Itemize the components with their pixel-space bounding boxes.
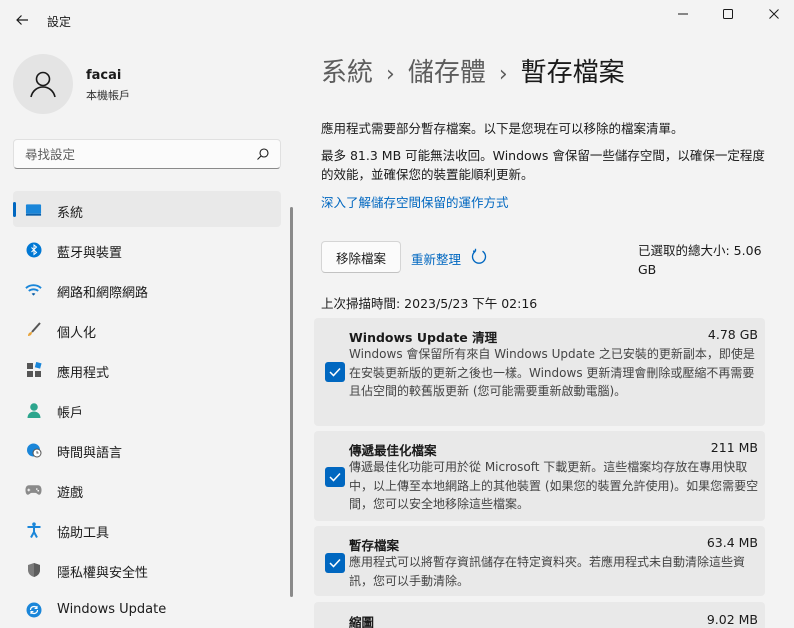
brush-icon (25, 321, 42, 338)
search-input[interactable] (14, 140, 254, 168)
list-item-windows-update-cleanup: Windows Update 清理 4.78 GB Windows 會保留所有來… (314, 318, 765, 426)
item-checkbox[interactable] (325, 467, 345, 487)
user-name: facai (86, 68, 122, 83)
bluetooth-icon (25, 241, 42, 258)
storage-notice: 最多 81.3 MB 可能無法收回。Windows 會保留一些儲存空間，以確保一… (321, 148, 765, 182)
list-item-delivery-optimization: 傳遞最佳化檔案 211 MB 傳遞最佳化功能可用於從 Microsoft 下載更… (314, 431, 765, 521)
back-button[interactable] (10, 8, 34, 32)
breadcrumb-separator: › (498, 62, 508, 87)
sidebar-item-label: 應用程式 (57, 366, 110, 381)
checkmark-icon (329, 472, 341, 482)
item-size: 9.02 MB (706, 612, 758, 627)
page-title: 暫存檔案 (520, 58, 625, 88)
sidebar-item-gaming[interactable]: 遊戲 (13, 471, 281, 507)
sidebar-item-label: 藍牙與裝置 (57, 246, 123, 261)
sidebar-nav: 系統 藍牙與裝置 網路和網際網路 個人化 應用程式 帳戶 時間與語言 遊戲 協助… (13, 191, 281, 628)
item-description: 傳遞最佳化功能可用於從 Microsoft 下載更新。這些檔案均存放在專用快取中… (349, 460, 759, 512)
sidebar-item-label: Windows Update (57, 602, 167, 617)
close-button[interactable] (754, 4, 794, 24)
maximize-icon (723, 9, 733, 19)
item-description: Windows 會保留所有來自 Windows Update 之已安裝的更新副本… (349, 347, 755, 399)
title-bar: 設定 (0, 0, 794, 40)
accessibility-icon (25, 521, 42, 538)
sidebar-item-label: 帳戶 (57, 406, 84, 421)
sidebar-item-accounts[interactable]: 帳戶 (13, 391, 281, 427)
refresh-link[interactable]: 重新整理 (411, 249, 461, 268)
checkmark-icon (329, 367, 341, 377)
page-description: 應用程式需要部分暫存檔案。以下是您現在可以移除的檔案清單。 (321, 121, 684, 136)
sidebar-item-label: 遊戲 (57, 486, 84, 501)
sidebar-item-label: 時間與語言 (57, 446, 123, 461)
wifi-icon (25, 281, 42, 298)
sidebar-item-label: 隱私權與安全性 (57, 566, 149, 581)
user-icon (30, 71, 56, 98)
account-type: 本機帳戶 (86, 89, 130, 102)
sidebar-item-bluetooth[interactable]: 藍牙與裝置 (13, 231, 281, 267)
update-icon (25, 601, 42, 618)
sidebar-item-accessibility[interactable]: 協助工具 (13, 511, 281, 547)
item-checkbox[interactable] (325, 553, 345, 573)
sidebar-item-time-language[interactable]: 時間與語言 (13, 431, 281, 467)
item-title: 傳遞最佳化檔案 (349, 443, 437, 458)
sidebar-item-label: 協助工具 (57, 526, 110, 541)
sidebar-item-privacy[interactable]: 隱私權與安全性 (13, 551, 281, 587)
sidebar-item-label: 網路和網際網路 (57, 286, 149, 301)
sidebar-scrollbar[interactable] (290, 207, 293, 597)
close-icon (769, 9, 779, 19)
breadcrumb-storage[interactable]: 儲存體 (408, 58, 486, 88)
item-size: 4.78 GB (707, 327, 758, 342)
list-item-thumbnails: 縮圖 9.02 MB (314, 602, 765, 628)
minimize-icon (678, 13, 688, 15)
last-scan-time: 上次掃描時間: 2023/5/23 下午 02:16 (321, 296, 538, 311)
sidebar-item-system[interactable]: 系統 (13, 191, 281, 227)
checkmark-icon (329, 558, 341, 568)
shield-icon (25, 561, 42, 578)
breadcrumb-system[interactable]: 系統 (321, 58, 373, 88)
item-checkbox[interactable] (325, 362, 345, 382)
sidebar-item-windows-update[interactable]: Windows Update (13, 591, 281, 627)
refresh-icon[interactable] (470, 248, 488, 266)
item-title: 暫存檔案 (349, 538, 400, 553)
account-icon (25, 401, 42, 418)
sidebar-item-network[interactable]: 網路和網際網路 (13, 271, 281, 307)
list-item-temporary-files: 暫存檔案 63.4 MB 應用程式可以將暫存資訊儲存在特定資料夾。若應用程式未自… (314, 526, 765, 596)
search-icon[interactable] (256, 147, 270, 161)
item-size: 211 MB (710, 440, 758, 455)
sidebar-item-label: 系統 (57, 206, 84, 221)
globe-clock-icon (25, 441, 42, 458)
minimize-button[interactable] (663, 4, 703, 24)
item-title: 縮圖 (349, 615, 375, 628)
search-box[interactable] (13, 139, 281, 169)
breadcrumb: 系統 › 儲存體 › 暫存檔案 (321, 52, 625, 89)
sidebar-item-label: 個人化 (57, 326, 97, 341)
breadcrumb-separator: › (386, 62, 395, 87)
avatar[interactable] (13, 54, 73, 114)
maximize-button[interactable] (708, 4, 748, 24)
apps-icon (25, 361, 42, 378)
item-title: Windows Update 清理 (349, 330, 498, 345)
back-arrow-icon (16, 15, 28, 25)
item-description: 應用程式可以將暫存資訊儲存在特定資料夾。若應用程式未自動清除這些資訊，您可以手動… (349, 555, 746, 588)
sidebar-item-apps[interactable]: 應用程式 (13, 351, 281, 387)
app-title: 設定 (47, 15, 72, 29)
total-selected-size: 已選取的總大小: 5.06 GB (638, 243, 762, 277)
item-size: 63.4 MB (706, 535, 758, 550)
gamepad-icon (25, 481, 42, 498)
system-icon (25, 201, 42, 218)
learn-more-link[interactable]: 深入了解儲存空間保留的運作方式 (321, 192, 509, 211)
sidebar-item-personalization[interactable]: 個人化 (13, 311, 281, 347)
remove-files-button[interactable]: 移除檔案 (321, 241, 401, 273)
